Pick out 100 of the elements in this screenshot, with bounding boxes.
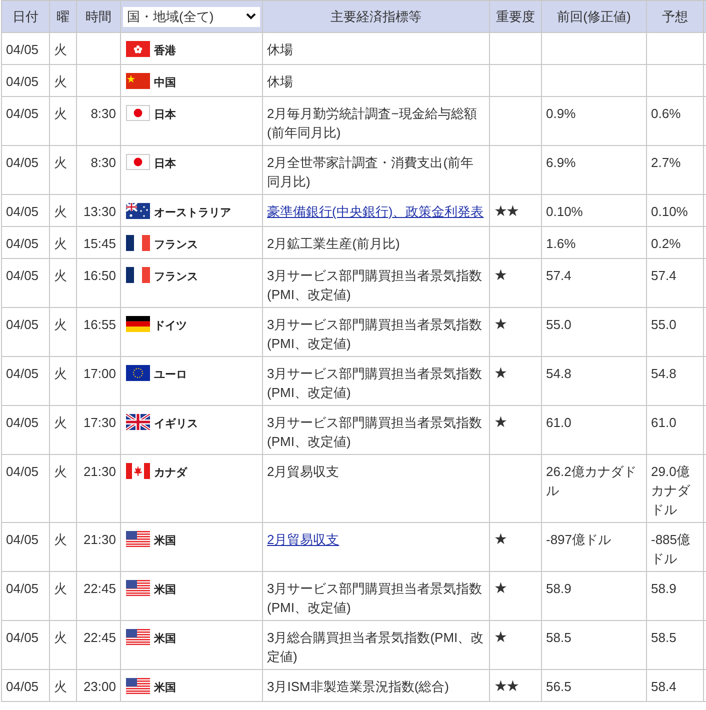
table-cell: 火 <box>50 572 76 620</box>
table-cell: 55.0 <box>646 308 704 356</box>
table-cell: 54.8 <box>542 356 646 406</box>
table-cell: 58.9 <box>542 572 646 620</box>
column-header: 曜 <box>50 0 76 32</box>
flag-icon <box>126 73 150 89</box>
table-cell: 04/05 <box>2 258 50 308</box>
column-header: 重要度 <box>490 0 542 32</box>
table-cell: 17:00 <box>76 356 120 406</box>
table-cell: 58.9 <box>646 572 704 620</box>
table-cell: ★ <box>490 572 542 620</box>
table-cell: 休場 <box>262 64 490 96</box>
country-name: 米国 <box>154 633 176 645</box>
flag-icon <box>126 414 150 430</box>
table-cell: 04/05 <box>2 454 50 522</box>
country-name: ドイツ <box>154 320 187 332</box>
table-cell: 23:00 <box>76 670 120 702</box>
table-cell: 04/05 <box>2 356 50 406</box>
table-cell: 2月毎月勤労統計調査−現金給与総額(前年同月比) <box>262 96 490 146</box>
table-cell: 3月サービス部門購買担当者景気指数(PMI、改定値) <box>262 258 490 308</box>
table-cell: 0.6% <box>646 96 704 146</box>
country-name: イギリス <box>154 418 198 430</box>
flag-icon <box>126 365 150 381</box>
table-cell: ★★ <box>490 194 542 226</box>
table-cell: 3月サービス部門購買担当者景気指数(PMI、改定値) <box>262 572 490 620</box>
table-cell: 04/05 <box>2 406 50 454</box>
table-cell: 22:45 <box>76 620 120 670</box>
table-cell: 57.4 <box>542 258 646 308</box>
flag-icon <box>126 267 150 283</box>
country-name: オーストラリア <box>154 207 231 219</box>
table-cell: 火 <box>50 226 76 258</box>
table-cell: 15:45 <box>76 226 120 258</box>
table-cell: 3月サービス部門購買担当者景気指数(PMI、改定値) <box>262 356 490 406</box>
table-cell: 04/05 <box>2 194 50 226</box>
country-name: 米国 <box>154 682 176 694</box>
table-cell: 61.0 <box>542 406 646 454</box>
table-cell: 3月総合購買担当者景気指数(PMI、改定値) <box>262 620 490 670</box>
table-cell: 火 <box>50 194 76 226</box>
table-cell: 04/05 <box>2 64 50 96</box>
country-name: ユーロ <box>154 369 187 381</box>
table-cell: 2月鉱工業生産(前月比) <box>262 226 490 258</box>
table-cell: 04/05 <box>2 32 50 64</box>
table-cell: ★ <box>490 308 542 356</box>
country-name: フランス <box>154 271 198 283</box>
table-cell: 0.10% <box>542 194 646 226</box>
table-cell: 2月全世帯家計調査・消費支出(前年同月比) <box>262 146 490 194</box>
table-cell: 火 <box>50 522 76 572</box>
table-cell: 0.10% <box>646 194 704 226</box>
table-cell: 16:55 <box>76 308 120 356</box>
table-cell: 3月ISM非製造業景況指数(総合) <box>262 670 490 702</box>
column-header: 主要経済指標等 <box>262 0 490 32</box>
table-cell: 0.9% <box>542 96 646 146</box>
table-cell: 火 <box>50 258 76 308</box>
table-cell: 58.5 <box>542 620 646 670</box>
table-cell: -885億ドル <box>646 522 704 572</box>
table-cell: 火 <box>50 96 76 146</box>
table-cell: 火 <box>50 670 76 702</box>
table-cell: 火 <box>50 356 76 406</box>
table-cell: 火 <box>50 454 76 522</box>
table-cell: 火 <box>50 32 76 64</box>
table-cell: ★ <box>490 356 542 406</box>
flag-icon <box>126 203 150 219</box>
table-cell: 29.0億カナダドル <box>646 454 704 522</box>
table-cell: 57.4 <box>646 258 704 308</box>
table-cell: 04/05 <box>2 96 50 146</box>
table-cell: 17:30 <box>76 406 120 454</box>
table-cell: -897億ドル <box>542 522 646 572</box>
table-cell: 04/05 <box>2 226 50 258</box>
table-cell: 6.9% <box>542 146 646 194</box>
country-name: 日本 <box>154 158 176 170</box>
flag-icon <box>126 41 150 57</box>
flag-icon <box>126 531 150 547</box>
country-filter-dropdown[interactable]: 国・地域(全て) <box>123 6 260 26</box>
table-cell: 火 <box>50 146 76 194</box>
table-cell: ★ <box>490 522 542 572</box>
table-cell: 04/05 <box>2 146 50 194</box>
flag-icon <box>126 154 150 170</box>
table-cell: 54.8 <box>646 356 704 406</box>
column-header: 予想 <box>646 0 704 32</box>
country-name: 香港 <box>154 45 176 57</box>
table-cell: 休場 <box>262 32 490 64</box>
column-header: 前回(修正値) <box>542 0 646 32</box>
flag-icon <box>126 463 150 479</box>
table-cell: 火 <box>50 64 76 96</box>
table-cell: ★ <box>490 406 542 454</box>
country-name: カナダ <box>154 467 187 479</box>
table-cell: ★ <box>490 620 542 670</box>
table-cell: 3月サービス部門購買担当者景気指数(PMI、改定値) <box>262 406 490 454</box>
table-cell: ★★ <box>490 670 542 702</box>
table-cell: 3月サービス部門購買担当者景気指数(PMI、改定値) <box>262 308 490 356</box>
table-cell: 2月貿易収支 <box>262 454 490 522</box>
country-name: フランス <box>154 239 198 251</box>
flag-icon <box>126 105 150 121</box>
table-cell: 61.0 <box>646 406 704 454</box>
table-cell: 21:30 <box>76 454 120 522</box>
table-cell: 58.5 <box>646 620 704 670</box>
flag-icon <box>126 235 150 251</box>
table-cell: 21:30 <box>76 522 120 572</box>
table-cell: 22:45 <box>76 572 120 620</box>
table-cell: 04/05 <box>2 572 50 620</box>
